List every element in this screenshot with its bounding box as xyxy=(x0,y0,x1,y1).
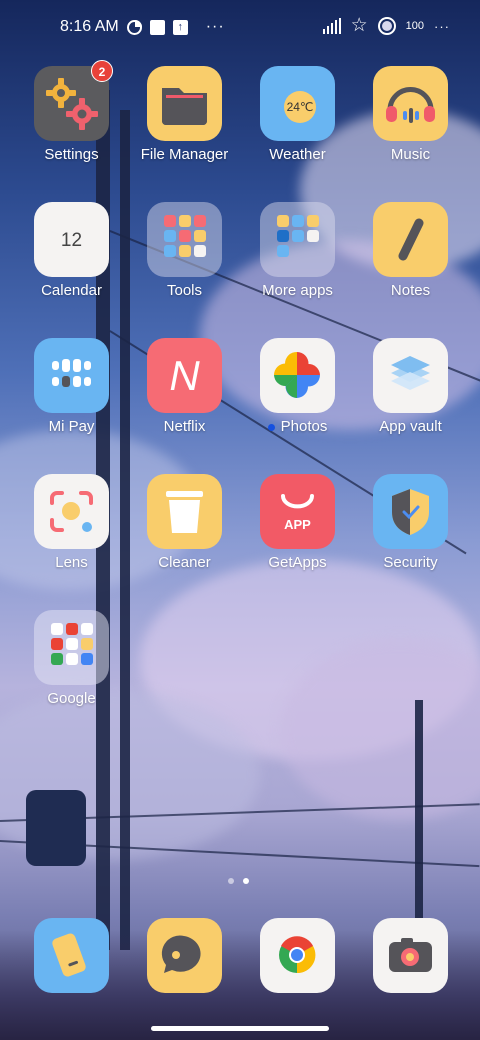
battery-level: 100 xyxy=(405,20,424,32)
lens-icon xyxy=(34,474,109,549)
notification-badge: 2 xyxy=(91,60,113,82)
app-cleaner[interactable]: Cleaner xyxy=(128,474,241,594)
app-photos[interactable]: Photos xyxy=(241,338,354,458)
app-label: Weather xyxy=(269,146,326,163)
notification-app-icon xyxy=(126,19,142,35)
page-dot-active xyxy=(243,878,249,884)
temperature-value: 24℃ xyxy=(286,100,314,114)
app-label: App vault xyxy=(379,418,442,435)
dock-camera[interactable] xyxy=(354,918,467,993)
app-label: Google xyxy=(47,690,96,707)
calendar-icon: 12 xyxy=(34,202,109,277)
notification-square-icon xyxy=(149,19,165,35)
app-app-vault[interactable]: App vault xyxy=(354,338,467,458)
folder-google-icon xyxy=(34,610,109,685)
app-music[interactable]: Music xyxy=(354,66,467,186)
app-netflix[interactable]: N Netflix xyxy=(128,338,241,458)
signal-icon xyxy=(322,18,341,34)
mi-pay-icon xyxy=(34,338,109,413)
app-security[interactable]: Security xyxy=(354,474,467,594)
netflix-icon: N xyxy=(147,338,222,413)
more-notifications-icon: ··· xyxy=(205,18,225,35)
folder-more-apps[interactable]: More apps xyxy=(241,202,354,322)
app-label: Photos xyxy=(233,418,362,435)
app-lens[interactable]: Lens xyxy=(15,474,128,594)
google-photos-icon xyxy=(260,338,335,413)
trash-bin-icon xyxy=(147,474,222,549)
folder-tools[interactable]: Tools xyxy=(128,202,241,322)
app-mi-pay[interactable]: Mi Pay xyxy=(15,338,128,458)
app-weather[interactable]: 24℃ Weather xyxy=(241,66,354,186)
folder-tools-icon xyxy=(147,202,222,277)
app-label: More apps xyxy=(262,282,333,299)
app-label: Security xyxy=(383,554,438,571)
folder-more-apps-icon xyxy=(260,202,335,277)
app-getapps[interactable]: APP GetApps xyxy=(241,474,354,594)
getapps-glyph: APP xyxy=(284,517,311,532)
phone-icon xyxy=(34,918,109,993)
app-label: Tools xyxy=(166,282,203,299)
status-bar: 8:16 AM ↑ ··· ☆ 100 ··· xyxy=(0,0,480,56)
app-label: GetApps xyxy=(268,554,327,571)
page-dot xyxy=(228,878,234,884)
app-notes[interactable]: Notes xyxy=(354,202,467,322)
app-label: Cleaner xyxy=(158,554,211,571)
message-bubble-icon xyxy=(147,918,222,993)
app-label: Netflix xyxy=(163,418,206,435)
upload-icon: ↑ xyxy=(172,19,188,35)
app-vault-icon xyxy=(373,338,448,413)
app-label: File Manager xyxy=(140,146,229,163)
dock xyxy=(15,918,467,993)
headphones-icon xyxy=(373,66,448,141)
weather-icon: 24℃ xyxy=(260,66,335,141)
calendar-date: 12 xyxy=(60,230,83,251)
camera-icon xyxy=(373,918,448,993)
app-calendar[interactable]: 12 Calendar xyxy=(15,202,128,322)
star-icon: ☆ xyxy=(350,15,368,36)
app-label: Notes xyxy=(390,282,431,299)
getapps-bag-icon: APP xyxy=(260,474,335,549)
battery-icon xyxy=(377,17,396,35)
app-label: Calendar xyxy=(41,282,102,299)
dock-messages[interactable] xyxy=(128,918,241,993)
app-label: Music xyxy=(390,146,431,163)
home-gesture-bar[interactable] xyxy=(151,1026,329,1031)
chrome-icon xyxy=(260,918,335,993)
app-settings[interactable]: 2 Settings xyxy=(15,60,128,186)
shield-check-icon xyxy=(373,474,448,549)
app-label: Mi Pay xyxy=(48,418,95,435)
more-status-icon: ··· xyxy=(434,18,450,34)
page-indicator xyxy=(228,878,249,884)
netflix-glyph: N xyxy=(169,352,200,399)
folder-icon xyxy=(147,66,222,141)
folder-google[interactable]: Google xyxy=(15,610,128,730)
dock-phone[interactable] xyxy=(15,918,128,993)
app-label: Settings xyxy=(44,146,99,163)
dock-chrome[interactable] xyxy=(241,918,354,993)
notes-pen-icon xyxy=(373,202,448,277)
app-file-manager[interactable]: File Manager xyxy=(128,66,241,186)
new-install-dot xyxy=(267,423,275,431)
clock: 8:16 AM xyxy=(60,18,119,35)
app-label: Lens xyxy=(55,554,88,571)
